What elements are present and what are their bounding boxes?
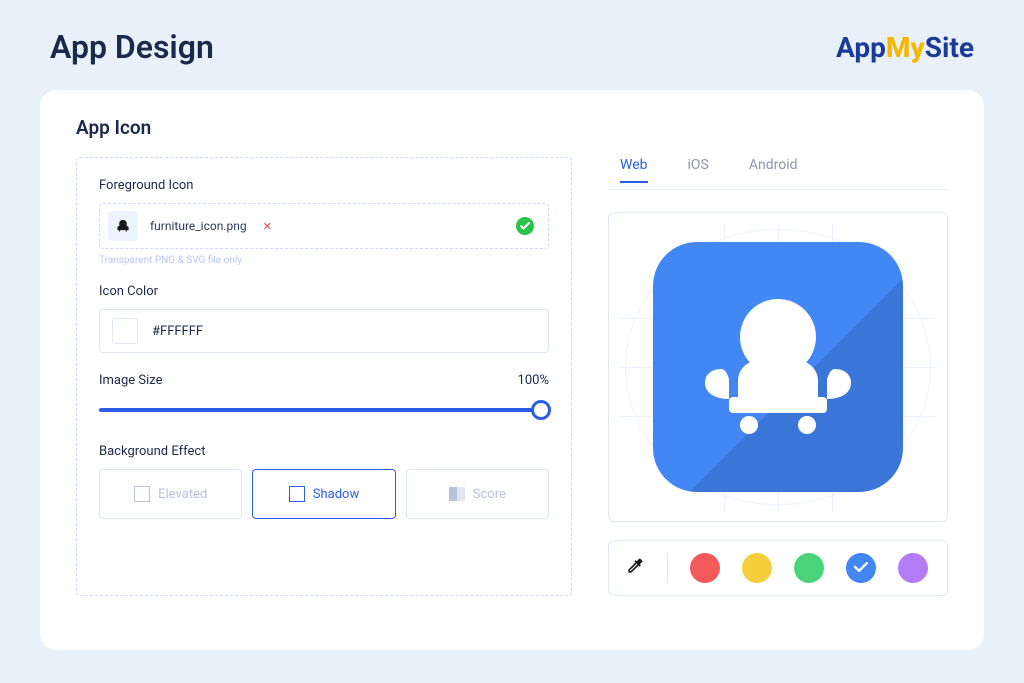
image-size-slider[interactable] [99,398,549,422]
brand-logo: AppMySite [836,31,974,64]
palette-divider [667,553,668,583]
chair-icon [114,218,132,234]
effect-elevated[interactable]: Elevated [99,469,242,519]
color-purple[interactable] [898,553,928,583]
icon-color-value: #FFFFFF [152,324,203,339]
effect-shadow-label: Shadow [313,487,359,502]
eyedropper-icon[interactable] [625,556,645,580]
color-blue[interactable] [846,553,876,583]
tab-web[interactable]: Web [620,157,648,183]
foreground-icon-label: Foreground Icon [99,178,549,193]
brand-app-text: App [836,31,886,64]
tab-android[interactable]: Android [749,157,798,183]
slider-thumb[interactable] [531,400,551,420]
brand-my-text: My [886,31,925,64]
card-title: App Icon [76,116,948,139]
remove-file-button[interactable]: ✕ [263,220,272,233]
color-palette [608,540,948,596]
elevated-icon [134,486,150,502]
check-icon [516,217,534,235]
shadow-icon [289,486,305,502]
tab-ios[interactable]: iOS [688,157,709,183]
background-effect-label: Background Effect [99,444,549,459]
app-icon-preview [653,242,903,492]
file-name-text: furniture_icon.png [150,219,247,233]
foreground-file-field[interactable]: furniture_icon.png ✕ [99,203,549,249]
icon-color-field[interactable]: #FFFFFF [99,309,549,353]
file-thumbnail [108,211,138,241]
effect-score-label: Score [473,487,506,502]
platform-tabs: Web iOS Android [608,157,948,190]
effect-elevated-label: Elevated [158,487,207,502]
image-size-value: 100% [518,373,549,388]
app-icon-card: App Icon Foreground Icon furniture_icon.… [40,90,984,650]
chair-icon [693,287,863,447]
effect-score[interactable]: Score [406,469,549,519]
color-green[interactable] [794,553,824,583]
color-yellow[interactable] [742,553,772,583]
brand-site-text: Site [925,31,974,64]
effect-shadow[interactable]: Shadow [252,469,395,519]
icon-color-swatch[interactable] [112,318,138,344]
icon-preview-panel [608,212,948,522]
page-title: App Design [50,28,214,66]
image-size-label: Image Size [99,373,163,388]
file-hint: Transparent PNG & SVG file only [99,255,549,266]
icon-color-label: Icon Color [99,284,549,299]
score-icon [449,487,465,501]
settings-panel: Foreground Icon furniture_icon.png ✕ Tra… [76,157,572,596]
color-red[interactable] [690,553,720,583]
